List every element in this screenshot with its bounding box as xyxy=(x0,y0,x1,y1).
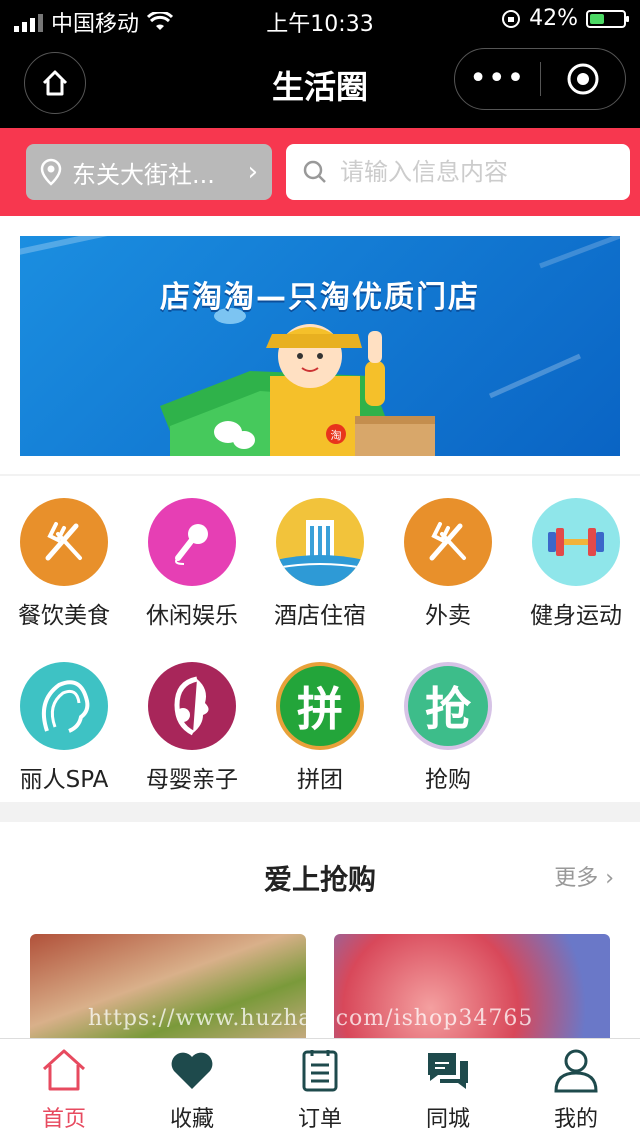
target-icon xyxy=(567,63,599,95)
location-label: 东关大街社... xyxy=(72,160,215,189)
search-icon xyxy=(303,160,326,183)
category-label: 丽人SPA xyxy=(19,767,109,793)
tab-local[interactable]: 同城 xyxy=(384,1047,512,1133)
tab-orders[interactable]: 订单 xyxy=(256,1047,384,1133)
banner-badge: 淘 xyxy=(331,429,342,442)
home-icon xyxy=(42,1049,86,1091)
category-label: 餐饮美食 xyxy=(18,603,110,629)
banner-area: 淘 店淘淘—只淘优质门店 xyxy=(0,216,640,474)
group-buy-glyph: 拼 xyxy=(297,682,343,736)
nav-bar: 生活圈 ••• xyxy=(0,40,640,128)
category-item-spa[interactable]: 丽人SPA xyxy=(0,662,128,794)
search-box[interactable] xyxy=(286,144,630,200)
search-bar: 东关大街社... › xyxy=(0,128,640,216)
location-selector[interactable]: 东关大街社... › xyxy=(26,144,272,200)
section-title: 爱上抢购 xyxy=(263,863,376,896)
category-label: 拼团 xyxy=(297,767,343,793)
category-label: 酒店住宿 xyxy=(274,603,366,629)
tab-bar: 首页 收藏 订单 同城 我的 xyxy=(0,1038,640,1137)
user-icon xyxy=(554,1049,598,1093)
banner-title: 店淘淘—只淘优质门店 xyxy=(160,280,480,315)
microphone-icon xyxy=(148,498,236,586)
close-button[interactable] xyxy=(541,62,626,96)
category-item-flash-sale[interactable]: 抢 抢购 xyxy=(384,662,512,794)
category-grid: 餐饮美食 休闲娱乐 酒店住宿 外卖 健身运动 丽人SPA 母婴亲子 拼 拼团 抢… xyxy=(0,476,640,802)
fork-knife-icon xyxy=(20,498,108,586)
rotation-lock-icon xyxy=(502,9,521,28)
tab-label: 我的 xyxy=(553,1107,598,1132)
tab-favorites[interactable]: 收藏 xyxy=(128,1047,256,1133)
category-item-entertainment[interactable]: 休闲娱乐 xyxy=(128,498,256,630)
group-buy-icon: 拼 xyxy=(276,662,364,750)
more-label: 更多 xyxy=(554,866,599,891)
tab-label: 首页 xyxy=(41,1107,86,1132)
category-item-mother-baby[interactable]: 母婴亲子 xyxy=(128,662,256,794)
face-icon xyxy=(20,662,108,750)
tab-label: 同城 xyxy=(425,1107,470,1132)
category-label: 休闲娱乐 xyxy=(146,603,238,629)
mother-icon xyxy=(148,662,236,750)
more-button[interactable]: ••• xyxy=(455,64,540,94)
location-pin-icon xyxy=(40,158,62,186)
banner-illustration: 淘 xyxy=(20,236,620,456)
category-item-group-buy[interactable]: 拼 拼团 xyxy=(256,662,384,794)
watermark-text: https://www.huzhan.com/ishop34765 xyxy=(88,1006,534,1031)
chevron-right-icon: › xyxy=(247,157,258,187)
category-item-hotel[interactable]: 酒店住宿 xyxy=(256,498,384,630)
order-icon xyxy=(302,1050,338,1092)
chat-icon xyxy=(428,1053,468,1089)
category-label: 抢购 xyxy=(425,767,471,793)
more-link[interactable]: 更多 › xyxy=(554,860,614,892)
category-label: 健身运动 xyxy=(530,603,622,629)
battery-icon xyxy=(586,9,629,28)
fork-knife-icon xyxy=(404,498,492,586)
category-item-dining[interactable]: 餐饮美食 xyxy=(0,498,128,630)
search-input[interactable] xyxy=(338,157,612,187)
dumbbell-icon xyxy=(532,498,620,586)
tab-label: 订单 xyxy=(297,1107,342,1132)
category-item-takeaway[interactable]: 外卖 xyxy=(384,498,512,630)
category-label: 外卖 xyxy=(425,603,471,629)
category-item-fitness[interactable]: 健身运动 xyxy=(512,498,640,630)
heart-icon xyxy=(171,1052,213,1089)
battery-percent: 42% xyxy=(529,6,578,31)
hotel-icon xyxy=(276,498,364,586)
status-bar: 中国移动 上午10:33 42% xyxy=(0,0,640,40)
tab-home[interactable]: 首页 xyxy=(0,1047,128,1133)
tab-profile[interactable]: 我的 xyxy=(512,1047,640,1133)
category-label: 母婴亲子 xyxy=(146,767,238,793)
tab-label: 收藏 xyxy=(169,1107,214,1132)
flash-sale-icon: 抢 xyxy=(404,662,492,750)
promo-banner[interactable]: 淘 店淘淘—只淘优质门店 xyxy=(20,236,620,456)
menu-capsule: ••• xyxy=(454,48,626,110)
flash-sale-glyph: 抢 xyxy=(425,682,471,736)
